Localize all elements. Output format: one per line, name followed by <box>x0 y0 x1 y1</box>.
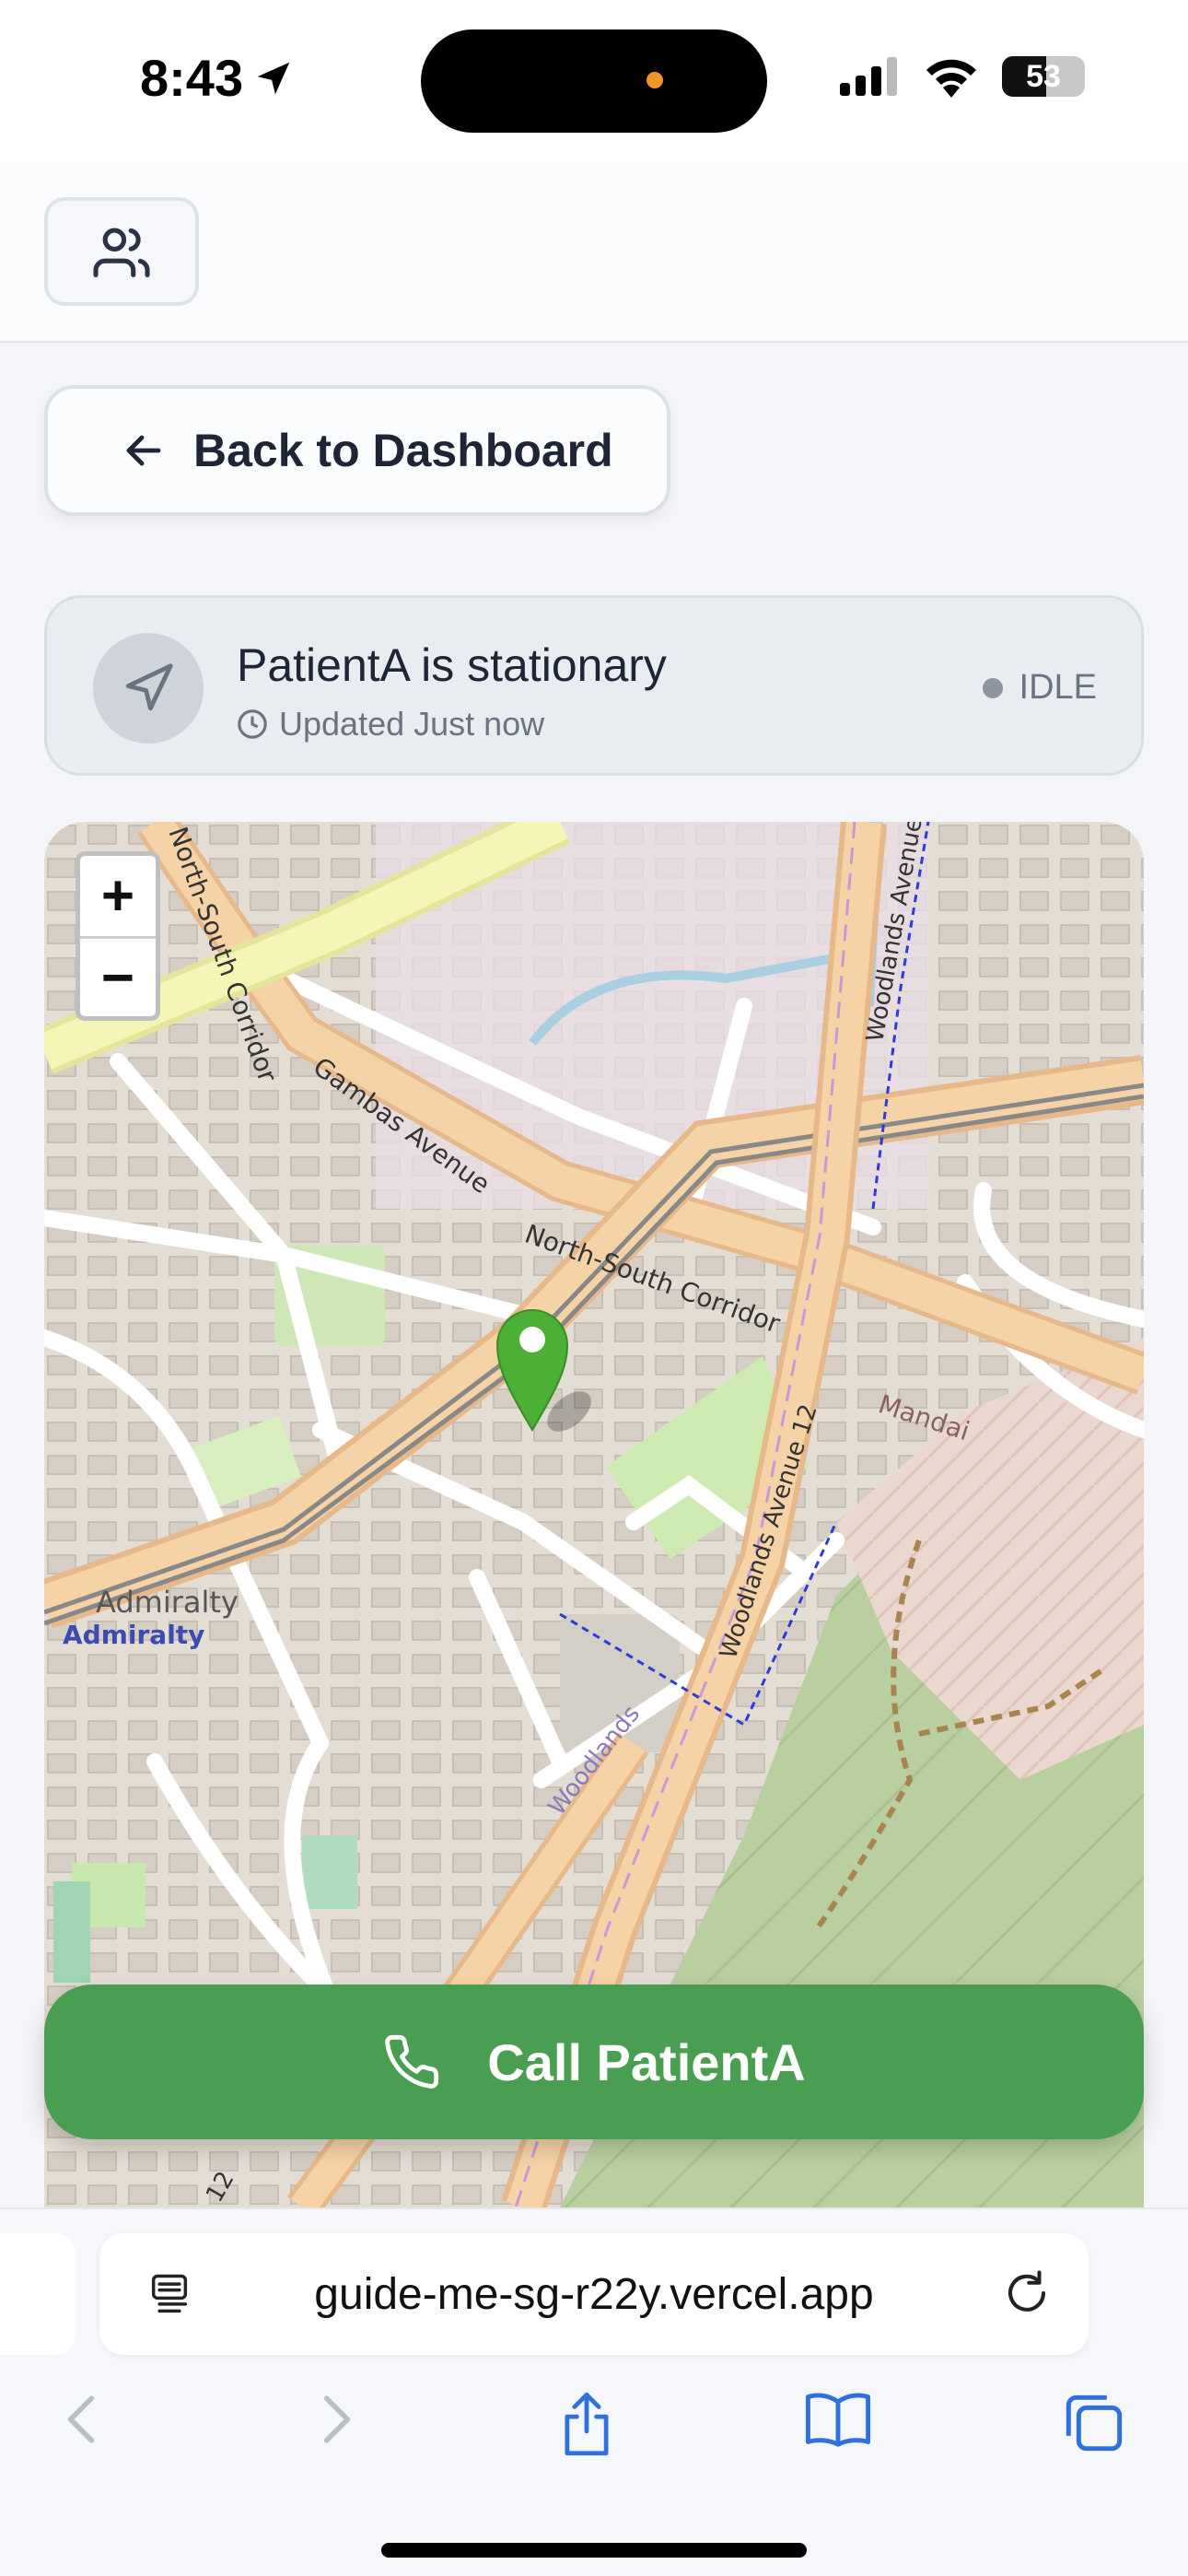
back-icon[interactable] <box>57 2390 105 2449</box>
browser-toolbar <box>0 2390 1188 2482</box>
map-label-admiralty-station: Admiralty <box>63 1620 204 1650</box>
tabs-icon[interactable] <box>1061 2390 1127 2456</box>
status-indicators: 53 <box>840 55 1085 98</box>
call-button-label: Call PatientA <box>487 2032 806 2091</box>
home-indicator <box>381 2543 807 2558</box>
call-patient-button[interactable]: Call PatientA <box>44 1985 1144 2139</box>
status-time: 8:43 <box>140 48 295 108</box>
back-button-label: Back to Dashboard <box>193 425 613 476</box>
page-menu-icon[interactable] <box>146 2270 193 2318</box>
navigation-icon-circle <box>93 633 204 744</box>
phone-icon <box>385 2034 439 2089</box>
zoom-in-button[interactable]: + <box>80 856 156 936</box>
status-badge: IDLE <box>982 668 1097 708</box>
map-label-admiralty: Admiralty <box>96 1585 239 1620</box>
previous-tab-preview[interactable] <box>0 2233 76 2355</box>
status-badge-label: IDLE <box>1019 668 1097 707</box>
status-title: PatientA is stationary <box>237 639 667 691</box>
cellular-signal-icon <box>840 57 897 96</box>
arrow-left-icon <box>126 435 161 466</box>
clock-icon <box>238 709 267 739</box>
camera-indicator-dot <box>646 72 663 88</box>
dynamic-island <box>421 29 767 133</box>
share-icon[interactable] <box>556 2390 617 2458</box>
status-updated: Updated Just now <box>237 705 544 744</box>
bookmarks-icon[interactable] <box>803 2390 873 2449</box>
address-bar[interactable]: guide-me-sg-r22y.vercel.app <box>99 2233 1089 2355</box>
zoom-out-button[interactable]: − <box>80 936 156 1016</box>
battery-level: 53 <box>1026 59 1061 94</box>
navigation-icon <box>125 663 173 711</box>
wifi-icon <box>926 59 976 98</box>
back-to-dashboard-button[interactable]: Back to Dashboard <box>44 385 670 516</box>
status-dot <box>982 677 1003 698</box>
location-arrow-icon <box>257 62 290 94</box>
battery-indicator: 53 <box>1002 56 1085 97</box>
reload-icon[interactable] <box>1002 2268 1052 2318</box>
url-text: guide-me-sg-r22y.vercel.app <box>314 2269 874 2319</box>
updated-text: Updated Just now <box>279 705 545 743</box>
status-bar: 8:43 53 <box>0 0 1188 162</box>
patient-status-card: PatientA is stationary Updated Just now … <box>44 595 1144 776</box>
zoom-control: + − <box>76 851 160 1021</box>
app-header <box>0 162 1188 343</box>
browser-chrome: guide-me-sg-r22y.vercel.app <box>0 2207 1188 2576</box>
users-button[interactable] <box>44 197 199 306</box>
clock-text: 8:43 <box>140 49 244 107</box>
users-icon <box>93 228 150 277</box>
forward-icon[interactable] <box>313 2390 361 2449</box>
